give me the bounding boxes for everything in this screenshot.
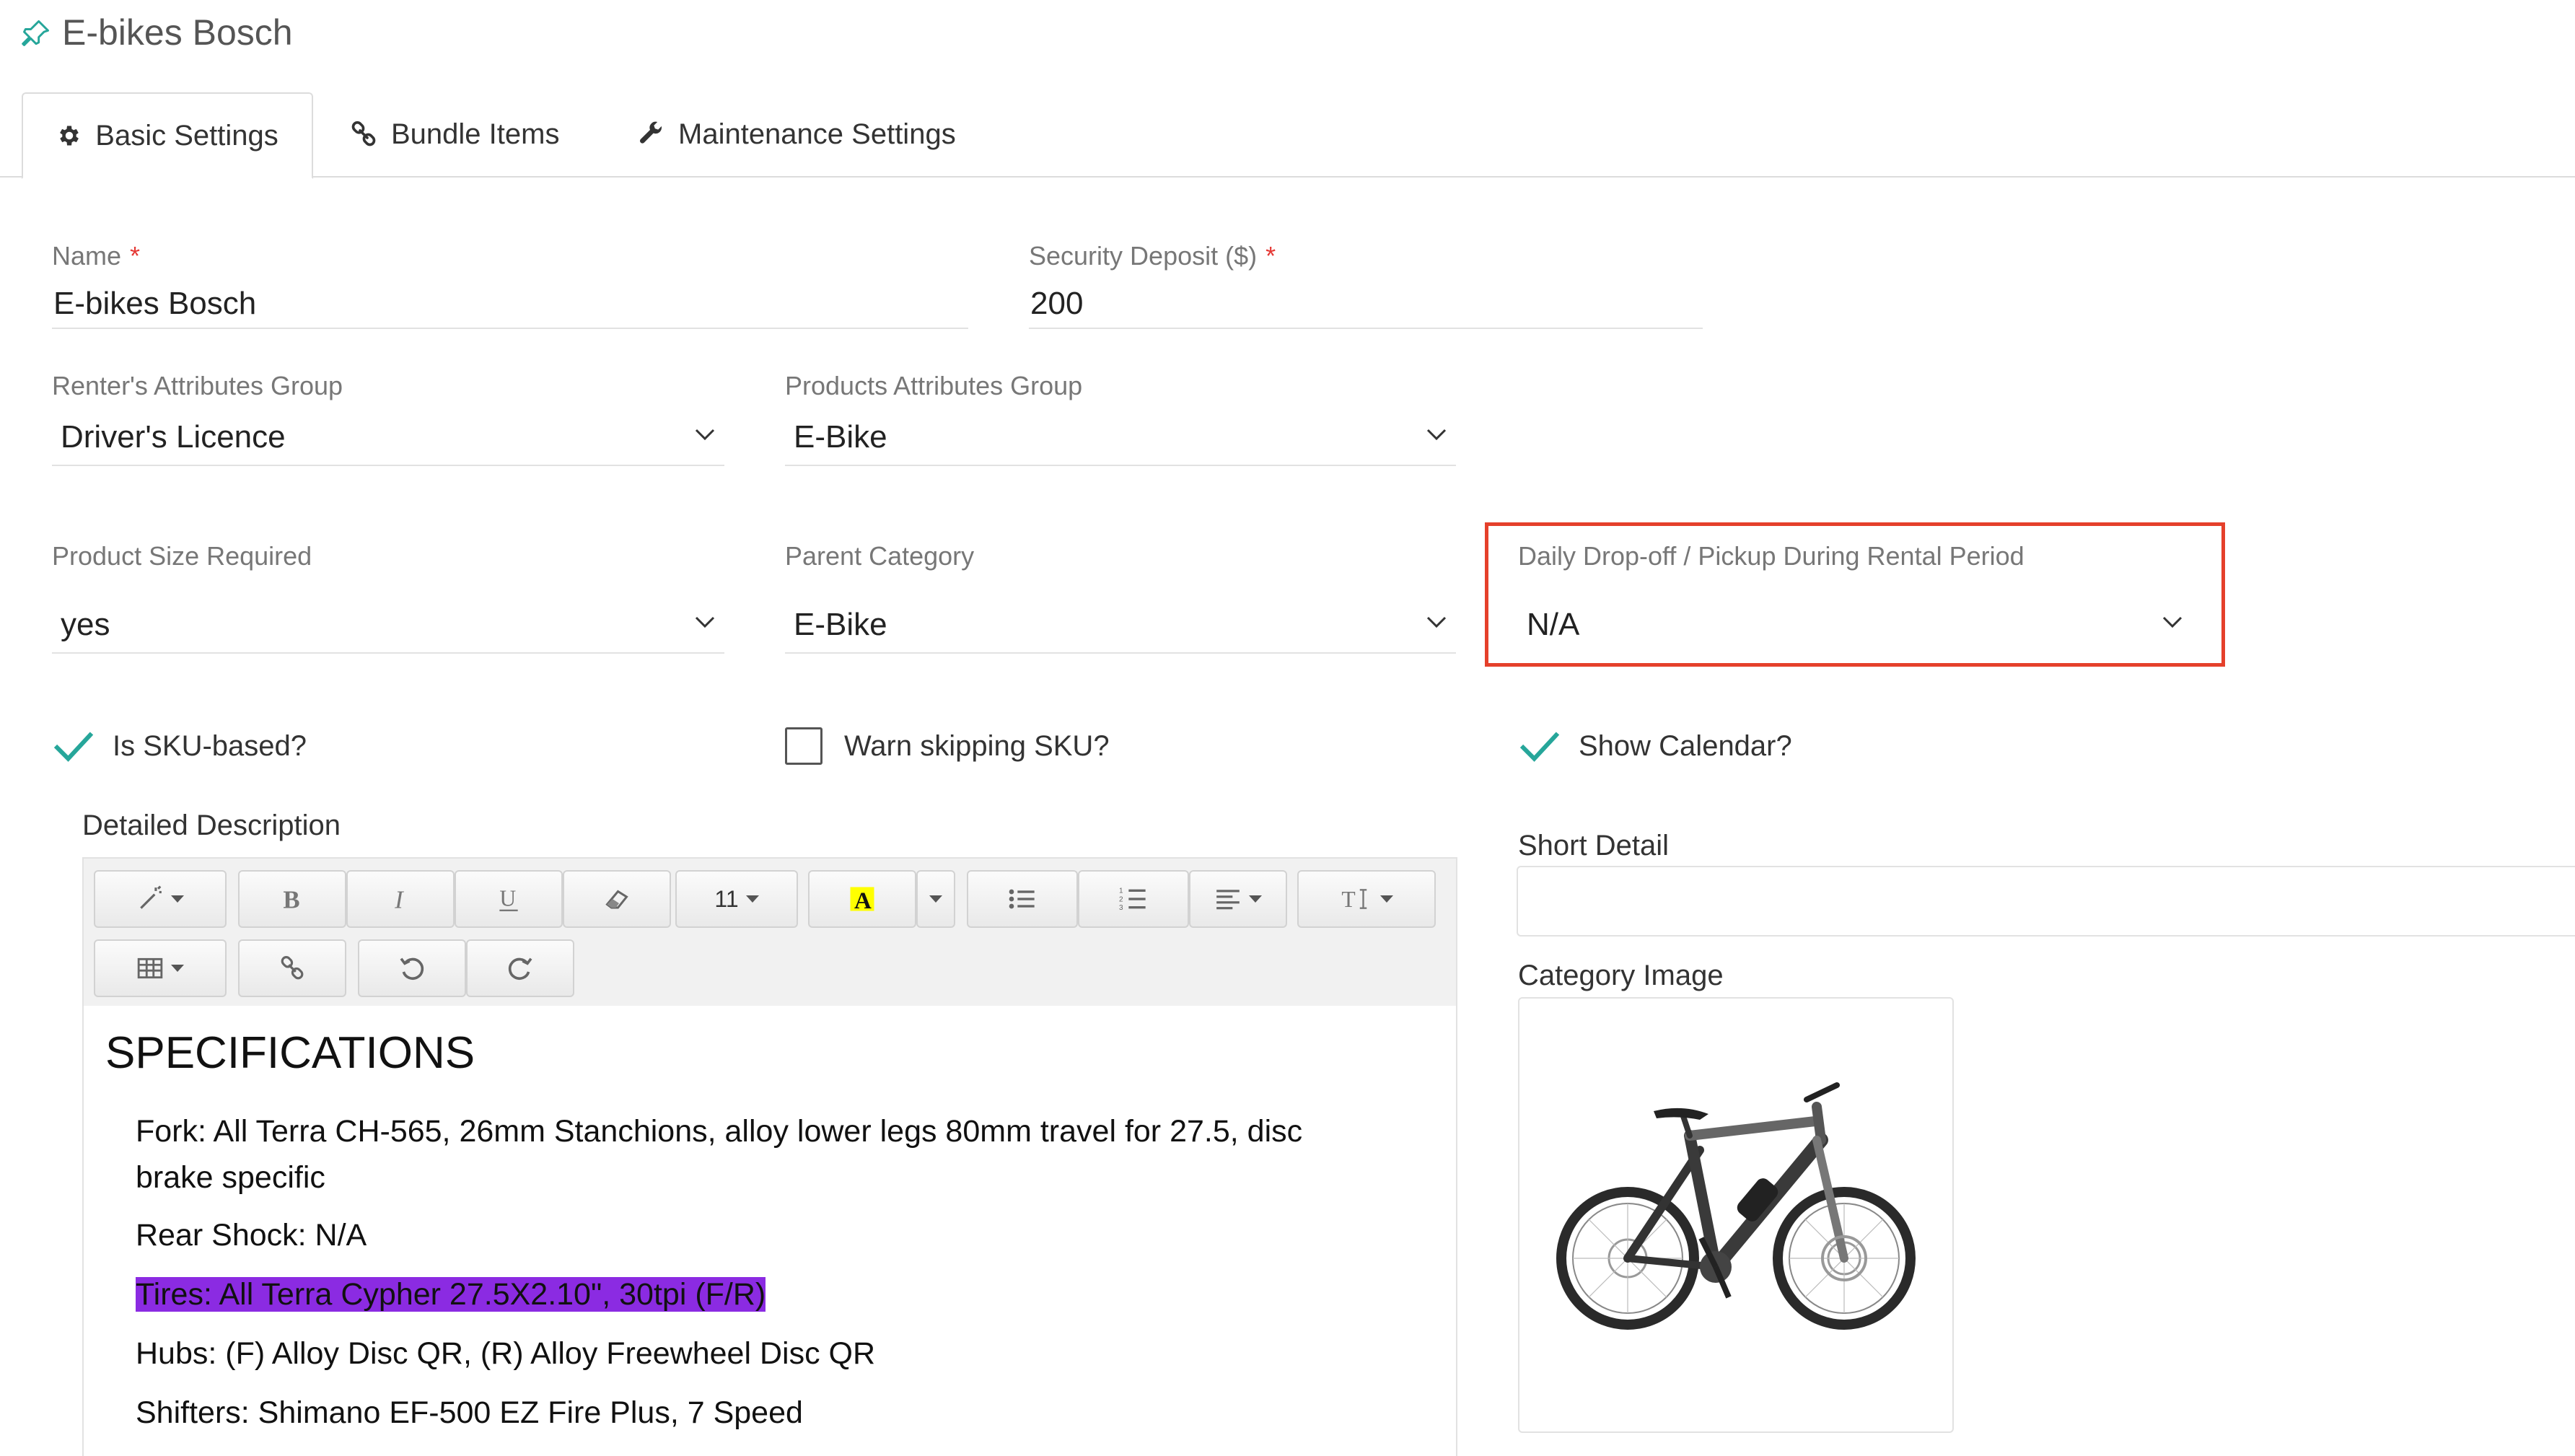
svg-text:B: B <box>283 886 299 913</box>
font-size-button[interactable]: 11 <box>675 870 798 928</box>
tab-basic-settings[interactable]: Basic Settings <box>22 92 313 179</box>
svg-text:3: 3 <box>1119 904 1123 912</box>
warn-sku-checkbox[interactable]: Warn skipping SKU? <box>785 727 1110 765</box>
security-deposit-label: Security Deposit ($) * <box>1029 241 1276 271</box>
is-sku-label: Is SKU-based? <box>113 729 307 762</box>
underline-button[interactable]: U <box>455 870 563 928</box>
italic-icon: I <box>394 886 404 913</box>
text-height-button[interactable]: T <box>1297 870 1436 928</box>
select-value: yes <box>61 607 110 642</box>
products-group-label: Products Attributes Group <box>785 371 1083 400</box>
spec-line: Rear Shock: N/A <box>136 1218 367 1253</box>
is-sku-checkbox[interactable]: Is SKU-based? <box>52 724 307 768</box>
undo-button[interactable] <box>358 939 466 997</box>
bold-icon: B <box>283 886 299 913</box>
svg-text:T: T <box>1341 887 1355 912</box>
chevron-down-icon <box>1426 616 1447 628</box>
bullet-list-button[interactable] <box>967 870 1078 928</box>
text-color-icon: A <box>850 887 874 914</box>
svg-text:2: 2 <box>1119 895 1123 903</box>
ebike-image <box>1556 1082 1916 1330</box>
spec-line: Fork: All Terra CH-565, 26mm Stanchions,… <box>136 1114 1303 1149</box>
tab-maintenance-settings[interactable]: Maintenance Settings <box>636 92 956 176</box>
underline-icon: U <box>499 886 518 912</box>
category-image-label: Category Image <box>1518 960 1724 991</box>
parent-category-select[interactable]: E-Bike <box>785 596 1456 654</box>
svg-text:I: I <box>394 886 404 913</box>
pin-icon <box>22 20 49 46</box>
show-calendar-label: Show Calendar? <box>1579 729 1792 762</box>
align-left-icon <box>1216 890 1240 910</box>
spec-line: Hubs: (F) Alloy Disc QR, (R) Alloy Freew… <box>136 1336 876 1371</box>
gear-icon <box>60 126 79 146</box>
clear-format-button[interactable] <box>563 870 671 928</box>
svg-text:U: U <box>499 886 516 911</box>
text-color-button[interactable]: A <box>808 870 916 928</box>
chevron-down-icon <box>695 429 715 441</box>
size-required-label: Product Size Required <box>52 541 312 571</box>
select-value: E-Bike <box>794 419 887 455</box>
renters-group-label: Renter's Attributes Group <box>52 371 343 400</box>
short-detail-input[interactable] <box>1517 866 2575 937</box>
page-title: E-bikes Bosch <box>62 12 293 53</box>
numbered-list-icon: 123 <box>1119 887 1146 912</box>
magic-wand-icon <box>140 885 162 909</box>
tab-label: Basic Settings <box>95 119 278 152</box>
products-group-select[interactable]: E-Bike <box>785 408 1456 466</box>
spec-heading: SPECIFICATIONS <box>105 1028 475 1078</box>
show-calendar-checkbox[interactable]: Show Calendar? <box>1518 724 1792 768</box>
bullet-list-icon <box>1009 889 1035 909</box>
redo-button[interactable] <box>466 939 574 997</box>
renters-group-select[interactable]: Driver's Licence <box>52 408 724 466</box>
select-value: N/A <box>1527 607 1580 642</box>
italic-button[interactable]: I <box>346 870 455 928</box>
link-icon <box>281 956 304 980</box>
table-button[interactable] <box>94 939 227 997</box>
spec-line-highlighted: Tires: All Terra Cypher 27.5X2.10", 30tp… <box>136 1277 766 1312</box>
table-icon <box>137 957 163 979</box>
name-label: Name * <box>52 241 141 271</box>
tab-label: Maintenance Settings <box>678 118 956 150</box>
undo-icon <box>400 957 424 980</box>
short-detail-label: Short Detail <box>1518 830 1669 861</box>
link-icon <box>351 120 376 146</box>
checkbox-box <box>785 727 822 765</box>
name-input[interactable]: E-bikes Bosch <box>52 279 968 329</box>
select-value: Driver's Licence <box>61 419 286 455</box>
chevron-down-icon <box>2162 616 2183 628</box>
size-required-select[interactable]: yes <box>52 596 724 654</box>
redo-icon <box>508 957 532 980</box>
wrench-icon <box>640 121 662 144</box>
chevron-down-icon <box>1426 429 1447 441</box>
font-size-value: 11 <box>714 885 739 912</box>
security-deposit-input[interactable]: 200 <box>1029 279 1703 329</box>
daily-dropoff-label: Daily Drop-off / Pickup During Rental Pe… <box>1518 541 2025 571</box>
parent-category-label: Parent Category <box>785 541 975 571</box>
chevron-down-icon <box>695 616 715 628</box>
editor-toolbar: B I U 11 A 123 T <box>84 859 1456 1006</box>
spec-line: brake specific <box>136 1160 325 1195</box>
numbered-list-button[interactable]: 123 <box>1078 870 1189 928</box>
category-image[interactable] <box>1518 997 1954 1433</box>
check-icon <box>53 732 94 762</box>
check-icon <box>1519 732 1560 762</box>
tabs-divider <box>0 176 2575 177</box>
warn-sku-label: Warn skipping SKU? <box>844 729 1110 762</box>
link-button[interactable] <box>238 939 346 997</box>
svg-text:A: A <box>854 888 872 914</box>
tab-bundle-items[interactable]: Bundle Items <box>349 92 559 176</box>
svg-text:1: 1 <box>1119 887 1123 895</box>
detailed-description-label: Detailed Description <box>82 810 341 841</box>
bold-button[interactable]: B <box>238 870 346 928</box>
style-button[interactable] <box>94 870 227 928</box>
eraser-icon <box>605 890 628 909</box>
text-height-icon: T <box>1341 887 1367 912</box>
tab-label: Bundle Items <box>391 118 560 150</box>
daily-dropoff-select[interactable]: N/A <box>1518 596 2192 654</box>
spec-line: Shifters: Shimano EF-500 EZ Fire Plus, 7… <box>136 1395 803 1430</box>
align-button[interactable] <box>1189 870 1287 928</box>
text-color-dropdown[interactable] <box>916 870 955 928</box>
select-value: E-Bike <box>794 607 887 642</box>
